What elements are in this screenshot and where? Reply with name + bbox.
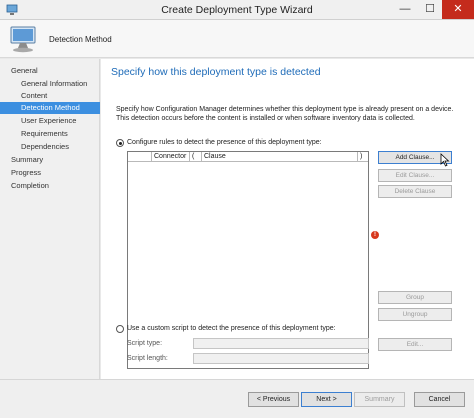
nav-item-summary[interactable]: Summary (0, 154, 100, 166)
wizard-header: Detection Method (0, 20, 474, 58)
nav-item-requirements[interactable]: Requirements (0, 128, 100, 140)
title-bar: Create Deployment Type Wizard — ☐ ✕ (0, 0, 474, 20)
computer-monitor-icon (10, 26, 36, 53)
wizard-footer: < Previous Next > Summary Cancel (0, 379, 474, 418)
group-button[interactable]: Group (378, 291, 452, 304)
nav-item-content[interactable]: Content (0, 90, 100, 102)
edit-script-button[interactable]: Edit... (378, 338, 452, 351)
detection-description: Specify how Configuration Manager determ… (116, 106, 454, 122)
nav-item-progress[interactable]: Progress (0, 167, 100, 179)
script-radio[interactable] (116, 325, 124, 333)
validation-warning-icon: ! (371, 231, 379, 239)
cancel-button[interactable]: Cancel (414, 392, 465, 407)
ungroup-button[interactable]: Ungroup (378, 308, 452, 321)
nav-item-general-information[interactable]: General Information (0, 78, 100, 90)
page-title: Detection Method (49, 35, 112, 44)
script-type-label: Script type: (127, 340, 163, 347)
nav-item-general[interactable]: General (0, 65, 100, 77)
col-open-paren[interactable]: ( (190, 152, 202, 162)
script-length-label: Script length: (127, 355, 168, 362)
nav-item-dependencies[interactable]: Dependencies (0, 141, 100, 153)
delete-clause-button[interactable]: Delete Clause (378, 185, 452, 198)
next-button[interactable]: Next > (301, 392, 352, 407)
col-close-paren[interactable]: ) (358, 152, 368, 162)
nav-item-detection-method[interactable]: Detection Method (0, 102, 100, 114)
rules-radio[interactable] (116, 139, 124, 147)
nav-item-user-experience[interactable]: User Experience (0, 115, 100, 127)
col-clause[interactable]: Clause (202, 152, 358, 162)
minimize-button[interactable]: — (392, 0, 418, 19)
edit-clause-button[interactable]: Edit Clause... (378, 169, 452, 182)
nav-item-completion[interactable]: Completion (0, 180, 100, 192)
main-panel: Specify how this deployment type is dete… (101, 59, 474, 379)
clause-table[interactable]: Connector ( Clause ) (127, 151, 369, 369)
mouse-pointer-icon (440, 153, 450, 167)
rules-radio-label[interactable]: Configure rules to detect the presence o… (127, 139, 322, 146)
script-length-field[interactable] (193, 353, 369, 364)
clause-table-header: Connector ( Clause ) (128, 152, 368, 162)
col-connector[interactable]: Connector (152, 152, 190, 162)
section-heading: Specify how this deployment type is dete… (111, 66, 321, 78)
summary-button[interactable]: Summary (354, 392, 405, 407)
script-radio-label[interactable]: Use a custom script to detect the presen… (127, 325, 336, 332)
script-type-field[interactable] (193, 338, 369, 349)
previous-button[interactable]: < Previous (248, 392, 299, 407)
col-select (128, 152, 152, 162)
close-button[interactable]: ✕ (442, 0, 474, 19)
wizard-nav: General General Information Content Dete… (0, 59, 100, 379)
maximize-button[interactable]: ☐ (418, 0, 442, 19)
